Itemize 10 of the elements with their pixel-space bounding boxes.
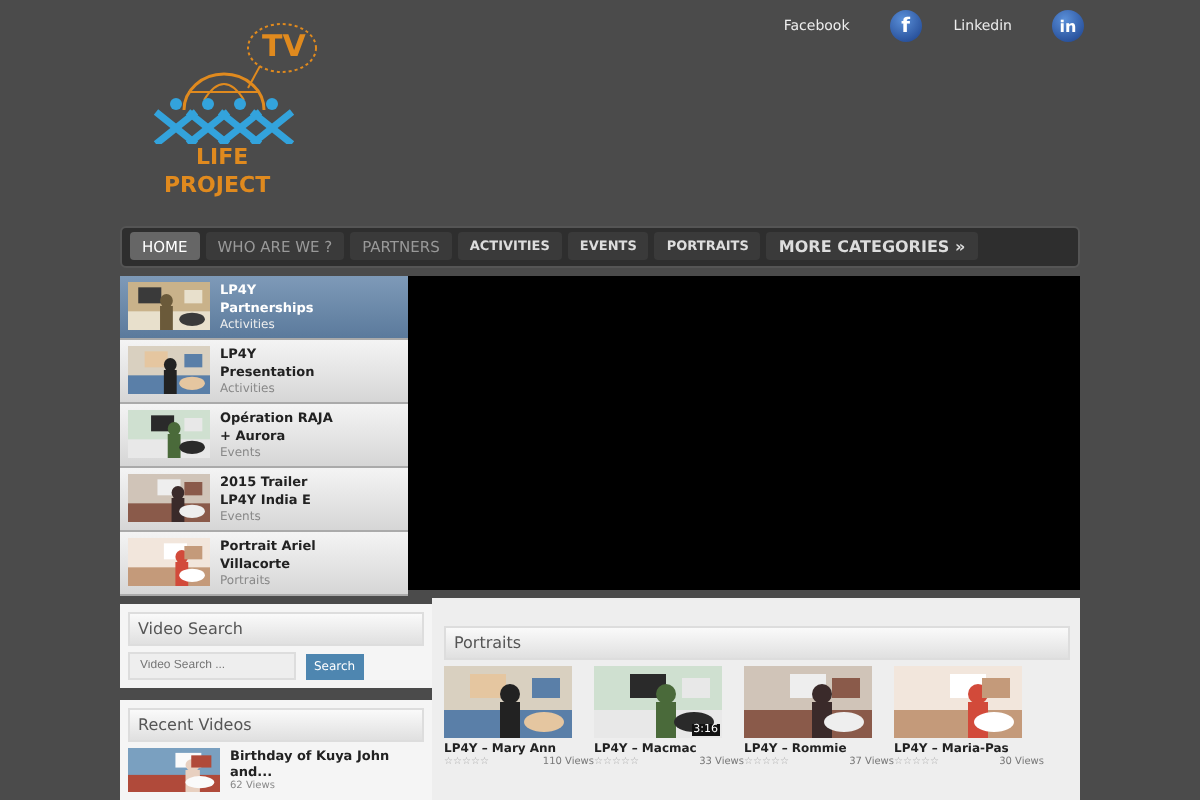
- logo-label: TV: [262, 32, 306, 62]
- linkedin-icon[interactable]: in: [1052, 10, 1084, 42]
- logo-text: LIFE: [196, 146, 249, 168]
- section-title: Portraits: [444, 626, 1070, 660]
- widget-title: Video Search: [128, 612, 424, 646]
- widget-title: Recent Videos: [128, 708, 424, 742]
- video-player[interactable]: [408, 276, 1080, 590]
- logo-text: PROJECT: [164, 174, 271, 196]
- facebook-icon[interactable]: f: [889, 10, 922, 42]
- nav-item[interactable]: MORE CATEGORIES »: [766, 232, 978, 261]
